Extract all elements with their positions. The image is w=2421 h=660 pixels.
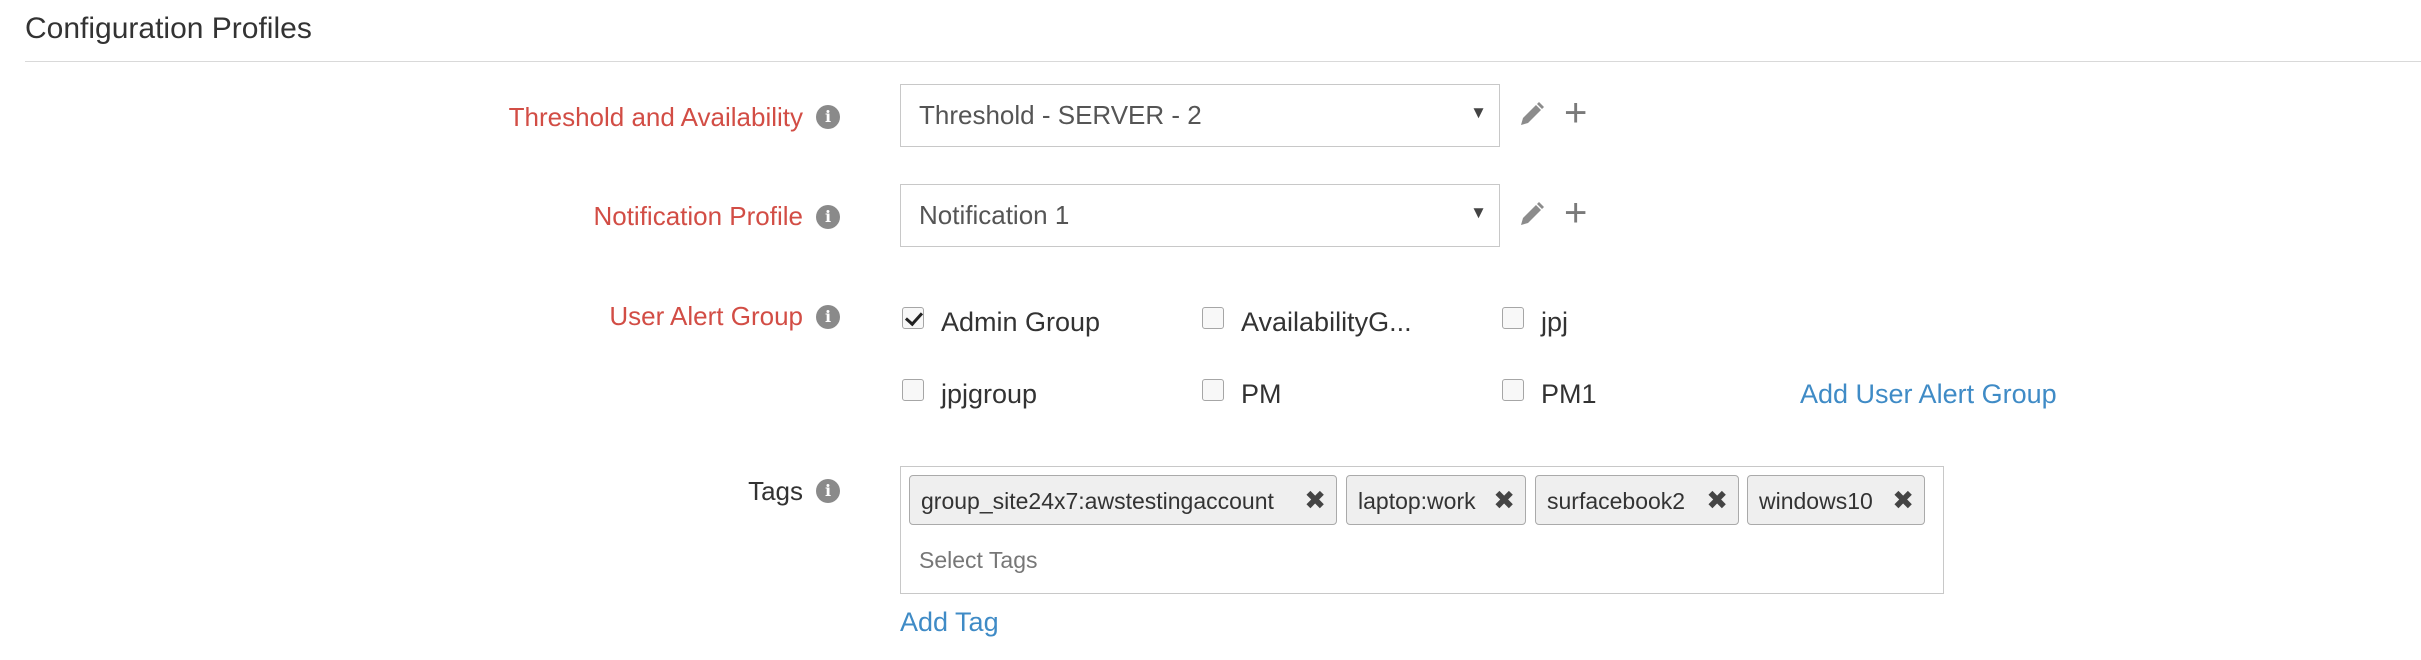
chevron-down-icon: ▼ — [1470, 203, 1487, 222]
section-title: Configuration Profiles — [25, 12, 312, 45]
checkbox-jpjgroup[interactable] — [902, 379, 924, 401]
checkbox-label: jpj — [1541, 307, 1569, 337]
threshold-select[interactable]: Threshold - SERVER - 2 ▼ — [900, 84, 1500, 147]
plus-icon[interactable]: + — [1564, 93, 1587, 133]
info-icon[interactable]: i — [816, 205, 840, 229]
tags-placeholder: Select Tags — [919, 547, 1038, 573]
notification-select-value: Notification 1 — [919, 200, 1070, 230]
info-icon[interactable]: i — [816, 105, 840, 129]
notification-label: Notification Profile — [593, 201, 803, 231]
tag-text: windows10 — [1759, 488, 1873, 514]
chevron-down-icon: ▼ — [1470, 103, 1487, 122]
add-tag-link[interactable]: Add Tag — [900, 607, 999, 638]
checkbox-jpj[interactable] — [1502, 307, 1524, 329]
notification-select[interactable]: Notification 1 ▼ — [900, 184, 1500, 247]
close-icon[interactable]: ✖ — [1892, 485, 1914, 515]
checkbox-label: jpjgroup — [941, 379, 1038, 409]
threshold-select-value: Threshold - SERVER - 2 — [919, 100, 1202, 130]
add-user-alert-group-link[interactable]: Add User Alert Group — [1800, 379, 2057, 410]
plus-icon[interactable]: + — [1564, 193, 1587, 233]
checkbox-label: Admin Group — [941, 307, 1101, 337]
section-divider — [25, 61, 2421, 62]
alert-group-label: User Alert Group — [609, 301, 803, 331]
threshold-label: Threshold and Availability — [508, 102, 803, 132]
checkbox-label: PM — [1241, 379, 1282, 409]
checkbox-admin-group[interactable] — [902, 307, 924, 329]
tags-input[interactable]: group_site24x7:awstestingaccount ✖ lapto… — [900, 466, 1944, 594]
tag-chip: laptop:work ✖ — [1346, 475, 1526, 525]
close-icon[interactable]: ✖ — [1493, 485, 1515, 515]
close-icon[interactable]: ✖ — [1706, 485, 1728, 515]
info-icon[interactable]: i — [816, 479, 840, 503]
pencil-icon[interactable] — [1517, 99, 1547, 129]
checkbox-label: AvailabilityG... — [1241, 307, 1412, 337]
checkbox-label: PM1 — [1541, 379, 1597, 409]
tag-chip: windows10 ✖ — [1747, 475, 1925, 525]
tag-text: laptop:work — [1358, 488, 1476, 514]
tag-chip: group_site24x7:awstestingaccount ✖ — [909, 475, 1337, 525]
close-icon[interactable]: ✖ — [1304, 485, 1326, 515]
checkbox-pm1[interactable] — [1502, 379, 1524, 401]
checkbox-pm[interactable] — [1202, 379, 1224, 401]
tag-text: group_site24x7:awstestingaccount — [921, 488, 1274, 514]
tag-chip: surfacebook2 ✖ — [1535, 475, 1739, 525]
checkbox-availability-group[interactable] — [1202, 307, 1224, 329]
pencil-icon[interactable] — [1517, 199, 1547, 229]
info-icon[interactable]: i — [816, 305, 840, 329]
tag-text: surfacebook2 — [1547, 488, 1686, 514]
tags-label: Tags — [748, 476, 803, 506]
